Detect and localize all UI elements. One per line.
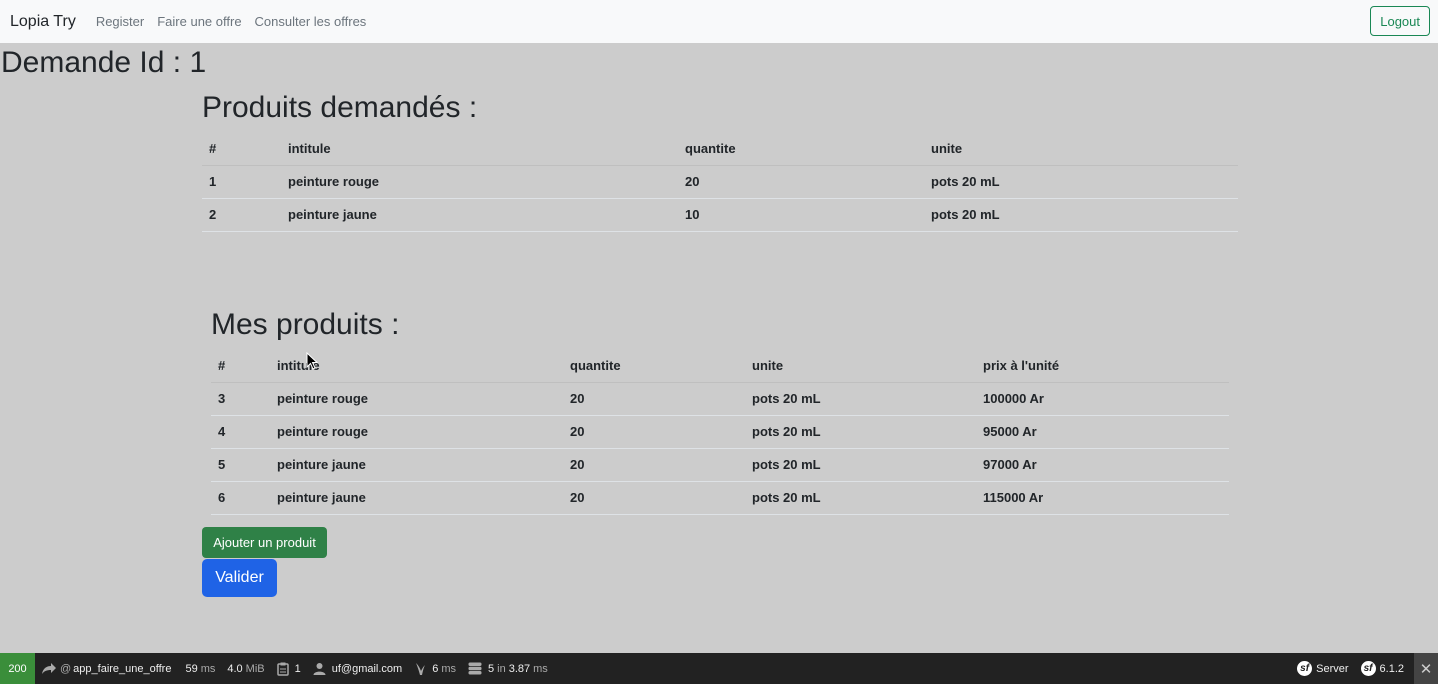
database-item[interactable]: 5 in 3.87 ms [462,653,554,684]
validate-button[interactable]: Valider [202,559,277,597]
column-header: unite [752,357,784,373]
table-row: 5 peinture jaune 20 pots 20 mL 97000 Ar [211,448,1229,481]
table-cell: 97000 Ar [983,457,1037,472]
db-time-unit: ms [533,662,548,675]
twig-item[interactable]: 6 ms [408,653,462,684]
log-count: 1 [294,662,301,675]
add-product-button[interactable]: Ajouter un produit [202,527,327,558]
page-title: Demande Id : 1 [1,46,207,79]
nav-faire-une-offre[interactable]: Faire une offre [157,14,241,29]
table-row: 1 peinture rouge 20 pots 20 mL [202,165,1238,198]
logout-button[interactable]: Logout [1370,6,1430,36]
table-row: 4 peinture rouge 20 pots 20 mL 95000 Ar [211,415,1229,448]
request-time: 59 [185,662,198,675]
column-header: unite [931,140,963,156]
route-name: app_faire_une_offre [73,662,172,675]
redirect-arrow-icon [42,662,56,674]
table-cell: pots 20 mL [931,174,1000,189]
my-products-table: # intitule quantite unite prix à l'unité… [211,349,1229,515]
table-cell: pots 20 mL [752,490,821,505]
status-code-badge[interactable]: 200 [0,653,35,684]
memory-item[interactable]: 4.0 MiB [221,653,270,684]
table-cell: 3 [218,391,226,406]
table-cell: peinture rouge [277,391,369,406]
column-header: quantite [685,140,736,156]
table-cell: 20 [570,391,585,406]
clipboard-icon [276,662,289,676]
user-item[interactable]: uf@gmail.com [307,653,408,684]
user-email: uf@gmail.com [331,662,403,675]
symfony-logo-icon: sf [1297,661,1313,676]
twig-icon [416,662,426,675]
table-cell: peinture jaune [277,490,366,505]
request-time-unit: ms [200,662,216,675]
db-in-label: in [497,662,506,675]
route-item[interactable]: @ app_faire_une_offre [35,653,177,684]
table-row: 6 peinture jaune 20 pots 20 mL 115000 Ar [211,481,1229,514]
table-cell: 5 [218,457,226,472]
table-cell: pots 20 mL [752,457,821,472]
table-cell: pots 20 mL [931,207,1000,222]
my-products-title: Mes produits : [211,308,400,341]
memory-unit: MiB [245,662,265,675]
toolbar-right: sf Server sf 6.1.2 ✕ [1291,653,1438,684]
table-cell: 20 [570,457,585,472]
table-cell: peinture jaune [288,207,377,222]
navbar: Lopia Try Register Faire une offre Consu… [0,0,1438,43]
table-cell: 1 [209,174,217,189]
column-header: prix à l'unité [983,357,1060,373]
table-cell: 20 [685,174,700,189]
logs-item[interactable]: 1 [271,653,307,684]
symfony-version: 6.1.2 [1379,662,1404,675]
server-item[interactable]: sf Server [1291,653,1354,684]
db-time: 3.87 [508,662,531,675]
table-cell: peinture rouge [277,424,369,439]
column-header: intitule [288,140,331,156]
database-icon [468,662,482,675]
table-cell: 100000 Ar [983,391,1044,406]
table-cell: 4 [218,424,226,439]
table-row: 3 peinture rouge 20 pots 20 mL 100000 Ar [211,382,1229,415]
column-header: quantite [570,357,621,373]
debug-toolbar: 200 @ app_faire_une_offre 59 ms 4.0 MiB … [0,653,1438,684]
table-cell: 10 [685,207,700,222]
close-icon[interactable]: ✕ [1414,653,1438,684]
db-query-count: 5 [488,662,495,675]
route-prefix: @ [60,662,72,675]
twig-time-unit: ms [441,662,457,675]
nav-register[interactable]: Register [96,14,144,29]
table-cell: 20 [570,424,585,439]
time-item[interactable]: 59 ms [177,653,221,684]
column-header: # [209,140,217,156]
requested-products-table: # intitule quantite unite 1 peinture rou… [202,132,1238,232]
requested-products-title: Produits demandés : [202,91,478,124]
table-cell: peinture rouge [288,174,380,189]
twig-time: 6 [432,662,439,675]
memory-usage: 4.0 [227,662,243,675]
column-header: # [218,357,226,373]
user-icon [313,663,326,675]
table-cell: 115000 Ar [983,490,1044,505]
mouse-cursor-icon [306,352,318,370]
table-row: 2 peinture jaune 10 pots 20 mL [202,198,1238,231]
table-cell: 20 [570,490,585,505]
table-cell: 2 [209,207,217,222]
nav-consulter-les-offres[interactable]: Consulter les offres [255,14,367,29]
server-label: Server [1316,662,1349,675]
table-cell: 6 [218,490,226,505]
table-cell: pots 20 mL [752,424,821,439]
table-cell: 95000 Ar [983,424,1037,439]
table-cell: peinture jaune [277,457,366,472]
table-cell: pots 20 mL [752,391,821,406]
version-item[interactable]: sf 6.1.2 [1355,653,1414,684]
brand-link[interactable]: Lopia Try [10,13,76,31]
symfony-version-icon: sf [1360,661,1376,676]
table-header-row: # intitule quantite unite [202,132,1238,165]
table-header-row: # intitule quantite unite prix à l'unité [211,349,1229,382]
